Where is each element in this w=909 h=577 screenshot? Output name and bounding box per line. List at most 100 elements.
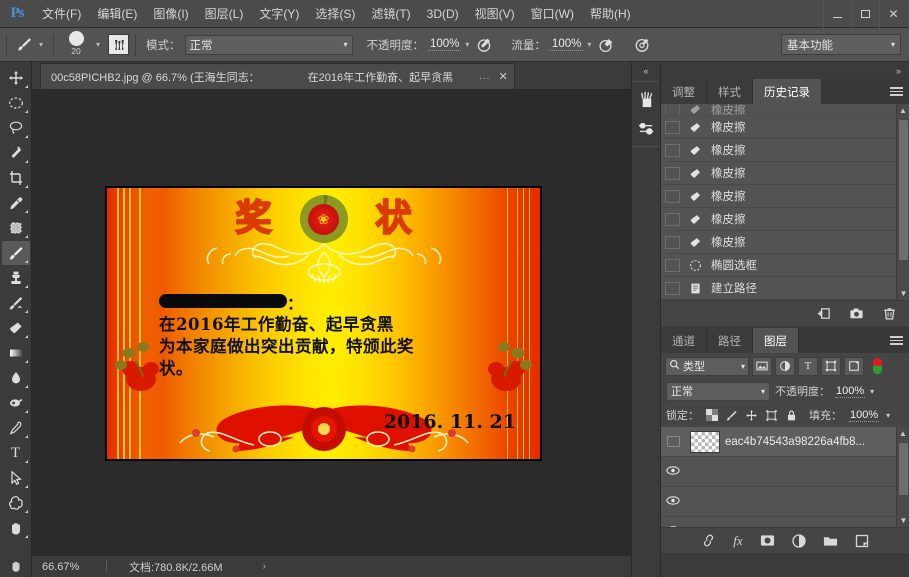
history-snapshot-box[interactable] bbox=[665, 144, 680, 157]
history-item[interactable]: 橡皮擦 bbox=[661, 116, 909, 139]
brush-settings-panel-button[interactable] bbox=[108, 34, 129, 55]
menu-filter[interactable]: 滤镜(T) bbox=[363, 0, 418, 28]
filter-type-layers[interactable]: T bbox=[798, 357, 818, 376]
panel-menu-icon[interactable] bbox=[890, 79, 903, 104]
type-tool[interactable]: T bbox=[2, 441, 30, 465]
menu-view[interactable]: 视图(V) bbox=[467, 0, 523, 28]
menu-edit[interactable]: 编辑(E) bbox=[89, 0, 145, 28]
tab-layers[interactable]: 图层 bbox=[753, 328, 799, 353]
layer-opacity-value[interactable]: 100% bbox=[835, 385, 865, 398]
menu-file[interactable]: 文件(F) bbox=[34, 0, 89, 28]
lock-all-icon[interactable] bbox=[785, 409, 798, 422]
blur-tool[interactable] bbox=[2, 366, 30, 390]
history-item[interactable]: 椭圆选框 bbox=[661, 254, 909, 277]
workspace-selector[interactable]: 基本功能 ▾ bbox=[781, 34, 901, 55]
history-item[interactable]: 橡皮擦 bbox=[661, 208, 909, 231]
panel-menu-icon[interactable] bbox=[890, 328, 903, 353]
layer-opacity-caret[interactable]: ▾ bbox=[870, 387, 874, 396]
lock-artboard-icon[interactable] bbox=[765, 409, 778, 422]
delete-state-button[interactable] bbox=[882, 306, 897, 321]
filter-enable-toggle[interactable] bbox=[869, 357, 885, 376]
brush-icon[interactable] bbox=[13, 34, 35, 56]
tab-history[interactable]: 历史记录 bbox=[753, 79, 822, 104]
lock-image-pixels-icon[interactable] bbox=[725, 409, 738, 422]
brush-tool[interactable] bbox=[2, 241, 30, 265]
history-snapshot-box[interactable] bbox=[665, 190, 680, 203]
minimize-button[interactable] bbox=[823, 0, 851, 28]
filter-pixel-layers[interactable] bbox=[752, 357, 772, 376]
shape-tool[interactable] bbox=[2, 491, 30, 515]
scroll-down-icon[interactable]: ▼ bbox=[897, 287, 909, 300]
table-row[interactable] bbox=[661, 457, 909, 487]
new-layer-button[interactable] bbox=[855, 534, 869, 548]
history-snapshot-box[interactable] bbox=[665, 104, 680, 116]
layers-list[interactable]: eac4b74543a98226a4fb8... bbox=[661, 427, 909, 527]
brush-size-preview[interactable]: 20 bbox=[60, 30, 92, 60]
brush-preset-caret[interactable]: ▾ bbox=[35, 40, 47, 49]
history-brush-tool[interactable] bbox=[2, 291, 30, 315]
scrollbar-thumb[interactable] bbox=[899, 443, 908, 495]
history-item[interactable]: 橡皮擦 bbox=[661, 231, 909, 254]
close-button[interactable]: ✕ bbox=[879, 0, 907, 28]
brush-settings-icon[interactable] bbox=[632, 114, 660, 144]
opacity-value[interactable]: 100% bbox=[428, 38, 461, 51]
maximize-button[interactable] bbox=[851, 0, 879, 28]
layer-filter-kind-select[interactable]: 类型 ▾ bbox=[665, 357, 749, 376]
lock-transparent-pixels-icon[interactable] bbox=[706, 409, 718, 421]
tab-adjustments[interactable]: 调整 bbox=[661, 79, 707, 104]
scroll-down-icon[interactable]: ▼ bbox=[897, 514, 909, 527]
filter-adjustment-layers[interactable] bbox=[775, 357, 795, 376]
patch-tool[interactable] bbox=[2, 216, 30, 240]
menu-image[interactable]: 图像(I) bbox=[145, 0, 196, 28]
document-image[interactable]: 奖 ❀ 状 bbox=[105, 186, 542, 461]
layer-mask-button[interactable] bbox=[760, 534, 775, 547]
airbrush-icon[interactable] bbox=[595, 34, 617, 56]
history-snapshot-box[interactable] bbox=[665, 259, 680, 272]
layer-visibility-toggle[interactable] bbox=[661, 525, 685, 528]
menu-help[interactable]: 帮助(H) bbox=[582, 0, 639, 28]
layer-fill-caret[interactable]: ▾ bbox=[886, 411, 890, 420]
pen-tool[interactable] bbox=[2, 416, 30, 440]
crop-tool[interactable] bbox=[2, 166, 30, 190]
menu-3d[interactable]: 3D(D) bbox=[419, 0, 467, 28]
tab-channels[interactable]: 通道 bbox=[661, 328, 707, 353]
eraser-tool[interactable] bbox=[2, 316, 30, 340]
move-tool[interactable] bbox=[2, 66, 30, 90]
history-item[interactable]: 橡皮擦 bbox=[661, 185, 909, 208]
lasso-tool[interactable] bbox=[2, 116, 30, 140]
layer-visibility-toggle[interactable] bbox=[661, 436, 685, 447]
scroll-up-icon[interactable]: ▲ bbox=[897, 104, 909, 117]
eyedropper-tool[interactable] bbox=[2, 191, 30, 215]
create-document-from-state-button[interactable] bbox=[816, 306, 831, 321]
menu-select[interactable]: 选择(S) bbox=[307, 0, 363, 28]
hand-tool[interactable] bbox=[2, 516, 30, 540]
document-tab[interactable]: 00c58PICHB2.jpg @ 66.7% (王海生同志： 在2016年工作… bbox=[40, 63, 515, 89]
flow-caret[interactable]: ▾ bbox=[583, 40, 595, 49]
table-row[interactable]: eac4b74543a98226a4fb8... bbox=[661, 427, 909, 457]
brush-presets-icon[interactable] bbox=[632, 84, 660, 114]
filter-smart-objects[interactable] bbox=[844, 357, 864, 376]
history-item-partial[interactable]: 橡皮擦 bbox=[661, 104, 909, 116]
collapse-dock-icon[interactable]: » bbox=[661, 62, 909, 79]
history-snapshot-box[interactable] bbox=[665, 282, 680, 295]
magic-wand-tool[interactable] bbox=[2, 141, 30, 165]
adjustment-layer-button[interactable] bbox=[792, 534, 806, 548]
history-item[interactable]: 橡皮擦 bbox=[661, 139, 909, 162]
layer-fill-value[interactable]: 100% bbox=[849, 409, 879, 422]
brush-panel-caret[interactable]: ▾ bbox=[92, 40, 104, 49]
history-item[interactable]: 橡皮擦 bbox=[661, 162, 909, 185]
opacity-pressure-icon[interactable] bbox=[473, 34, 495, 56]
layer-name[interactable]: eac4b74543a98226a4fb8... bbox=[725, 436, 865, 448]
layer-style-button[interactable]: fx bbox=[733, 533, 742, 549]
create-new-snapshot-button[interactable] bbox=[849, 306, 864, 321]
path-selection-tool[interactable] bbox=[2, 466, 30, 490]
history-snapshot-box[interactable] bbox=[665, 236, 680, 249]
layer-visibility-toggle[interactable] bbox=[661, 465, 685, 479]
lock-position-icon[interactable] bbox=[745, 409, 758, 422]
layer-visibility-toggle[interactable] bbox=[661, 495, 685, 509]
history-snapshot-box[interactable] bbox=[665, 121, 680, 134]
zoom-level[interactable]: 66.67% bbox=[32, 561, 106, 573]
filter-shape-layers[interactable] bbox=[821, 357, 841, 376]
scrollbar-thumb[interactable] bbox=[899, 120, 908, 260]
table-row[interactable] bbox=[661, 487, 909, 517]
